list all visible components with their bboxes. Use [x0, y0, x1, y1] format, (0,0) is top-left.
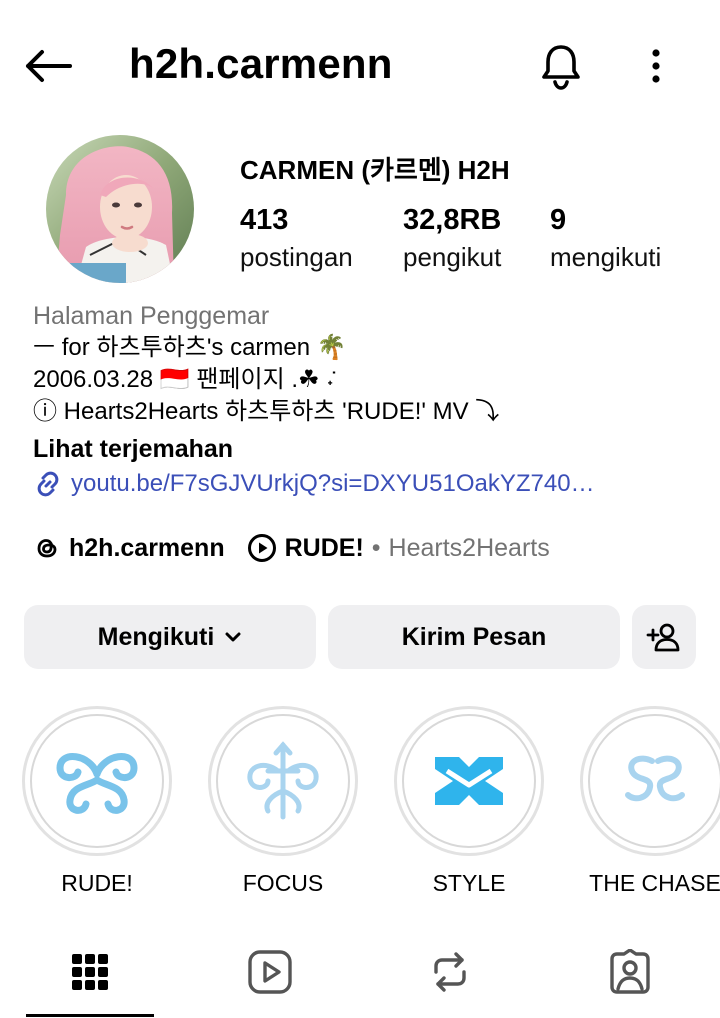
more-vertical-icon	[652, 49, 660, 83]
bio-line-2: 2006.03.28 🇮🇩 팬페이지 .☘︎ ݁˖	[33, 366, 335, 393]
stat-posts[interactable]: 413 postingan	[240, 203, 353, 277]
highlight-the-chase[interactable]: THE CHASE	[580, 706, 720, 897]
bio-line-1: ㅡ for 하츠투하츠's carmen 🌴	[33, 334, 347, 361]
highlight-label: RUDE!	[61, 870, 133, 896]
highlight-label: FOCUS	[242, 870, 324, 896]
stat-following[interactable]: 9 mengikuti	[550, 203, 661, 277]
avatar[interactable]	[46, 135, 194, 283]
highlight-ring	[208, 706, 358, 856]
bio-external-link[interactable]: youtu.be/F7sGJVUrkjQ?si=DXYU51OakYZ740…	[33, 468, 693, 500]
highlight-label: STYLE	[432, 870, 506, 896]
add-person-icon	[646, 623, 680, 652]
threads-badge[interactable]: h2h.carmenn	[33, 534, 225, 563]
threads-icon	[37, 539, 57, 558]
active-tab-indicator	[26, 1014, 154, 1017]
highlight-ring	[22, 706, 172, 856]
posts-count: 413	[240, 204, 289, 236]
following-label: Mengikuti	[97, 622, 215, 651]
suggested-users-button[interactable]	[632, 605, 696, 669]
bio-line-3: ⓘ Hearts2Hearts 하츠투하츠 'RUDE!' MV ⤵	[33, 398, 500, 425]
posts-label: postingan	[240, 242, 353, 272]
focus-emblem-icon	[247, 741, 319, 820]
more-options-button[interactable]	[636, 40, 676, 92]
music-badge[interactable]: RUDE! • Hearts2Hearts	[247, 533, 550, 563]
see-translation-link[interactable]: Lihat terjemahan	[33, 430, 693, 468]
notification-bell-button[interactable]	[536, 40, 586, 92]
bio-category: Halaman Penggemar	[33, 302, 270, 330]
grid-icon	[72, 954, 108, 990]
stat-followers[interactable]: 32,8RB pengikut	[403, 203, 501, 277]
page-title: h2h.carmenn	[129, 40, 393, 87]
following-count: 9	[550, 204, 567, 236]
highlight-ring	[394, 706, 544, 856]
highlight-ring	[580, 706, 720, 856]
message-label: Kirim Pesan	[401, 622, 547, 651]
top-bar: h2h.carmenn	[0, 0, 720, 130]
music-artist: Hearts2Hearts	[388, 533, 550, 562]
following-label: mengikuti	[550, 242, 662, 272]
profile-badges: h2h.carmenn RUDE! • Hearts2Hearts	[33, 528, 550, 568]
highlight-rude[interactable]: RUDE!	[22, 706, 172, 897]
profile-photo	[46, 135, 194, 283]
followers-label: pengikut	[403, 242, 502, 272]
highlight-label: THE CHASE	[589, 870, 720, 896]
profile-content-tabs	[0, 930, 720, 1018]
tab-tagged[interactable]	[600, 942, 660, 1002]
bell-icon	[542, 45, 580, 90]
tagged-person-icon	[610, 949, 650, 994]
highlight-style[interactable]: STYLE	[394, 706, 544, 897]
link-text: youtu.be/F7sGJVUrkjQ?si=DXYU51OakYZ740…	[71, 470, 595, 497]
profile-display-name: CARMEN (카르멘) H2H	[240, 155, 510, 185]
style-emblem-icon	[435, 757, 503, 805]
back-arrow-icon	[26, 50, 72, 82]
chevron-down-icon	[225, 632, 241, 642]
the-chase-emblem-icon	[625, 755, 685, 802]
repost-icon	[434, 952, 466, 992]
tab-posts-grid[interactable]	[60, 942, 120, 1002]
play-circle-icon	[247, 534, 276, 562]
followers-count: 32,8RB	[403, 204, 502, 236]
reels-icon	[248, 950, 292, 994]
music-title: RUDE!	[284, 533, 364, 562]
rude-emblem-icon	[56, 753, 138, 814]
link-icon	[37, 471, 59, 497]
back-button[interactable]	[22, 44, 74, 88]
music-separator: •	[371, 533, 381, 562]
tab-reposts[interactable]	[420, 942, 480, 1002]
bio: Halaman Penggemar ㅡ for 하츠투하츠's carmen 🌴…	[33, 300, 693, 500]
threads-handle: h2h.carmenn	[69, 533, 225, 562]
following-button[interactable]: Mengikuti	[24, 605, 316, 669]
message-button[interactable]: Kirim Pesan	[328, 605, 620, 669]
tab-reels[interactable]	[240, 942, 300, 1002]
highlight-focus[interactable]: FOCUS	[208, 706, 358, 897]
